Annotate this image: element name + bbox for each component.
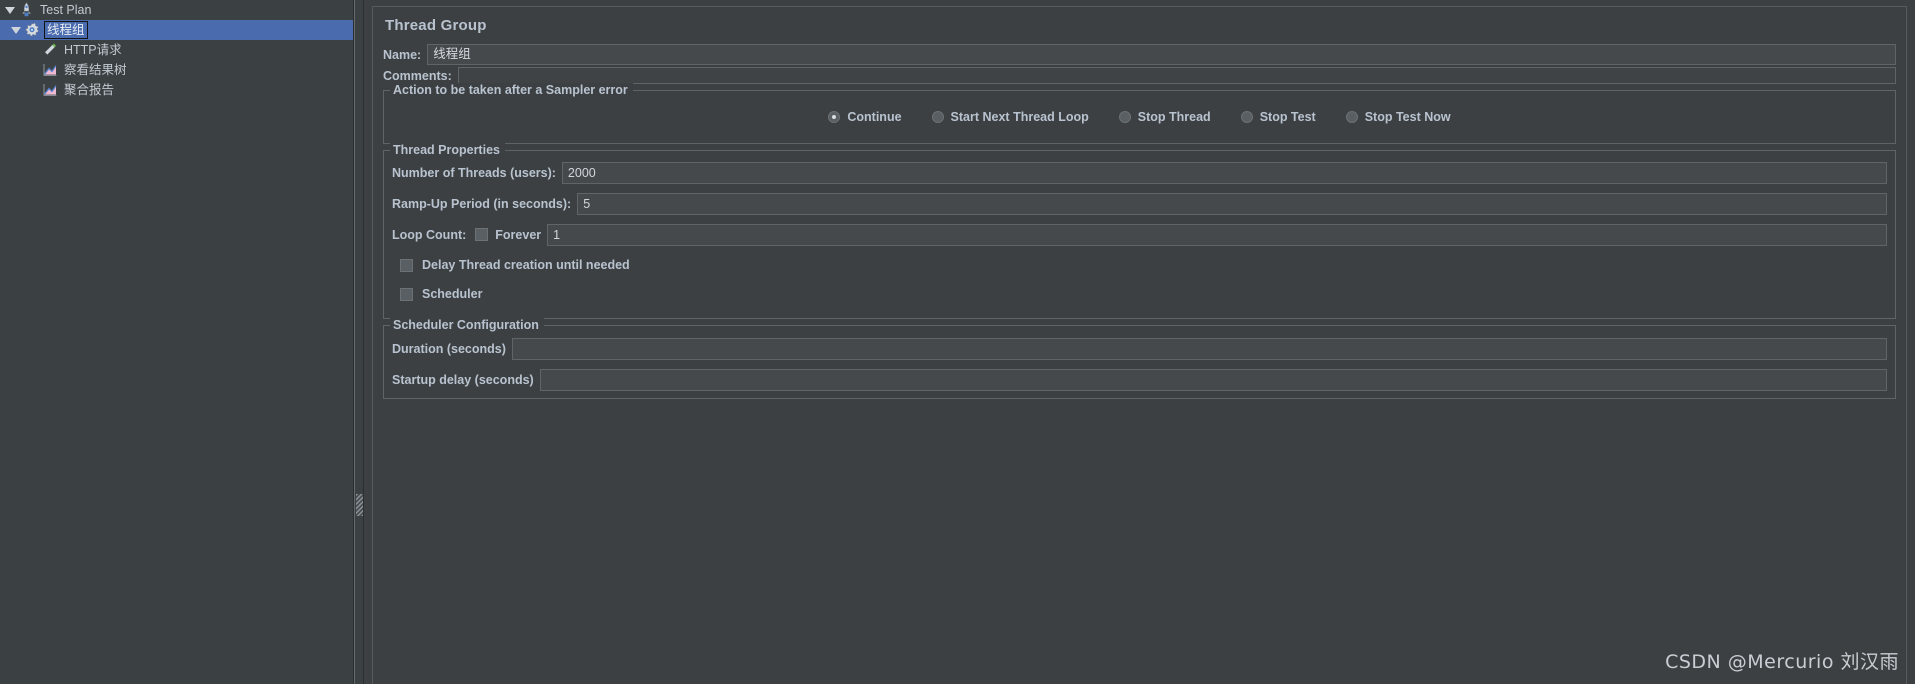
tree-node-thread-group[interactable]: 线程组	[0, 20, 353, 40]
sampler-error-radio-group: Continue Start Next Thread Loop Stop Thr…	[392, 91, 1887, 143]
forever-label: Forever	[495, 227, 542, 242]
forever-checkbox[interactable]: Forever	[472, 228, 547, 242]
checkbox-indicator-icon[interactable]	[475, 228, 489, 241]
comments-row: Comments:	[383, 67, 1896, 84]
thread-properties-group-title: Thread Properties	[390, 143, 505, 157]
thread-group-editor-panel: Thread Group Name: 线程组 Comments: Action …	[364, 0, 1915, 684]
radio-indicator-icon[interactable]	[828, 111, 841, 123]
tree-node-view-results-tree[interactable]: 察看结果树	[0, 60, 353, 80]
tree-node-label: 聚合报告	[64, 83, 115, 97]
radio-indicator-icon[interactable]	[1118, 111, 1131, 123]
startup-delay-row: Startup delay (seconds)	[392, 368, 1887, 391]
comments-label: Comments:	[383, 68, 452, 83]
expand-toggle-icon[interactable]	[8, 21, 23, 39]
tree-node-label: 察看结果树	[64, 63, 127, 77]
radio-label: Continue	[847, 110, 902, 124]
delay-thread-creation-label: Delay Thread creation until needed	[422, 258, 630, 272]
chart-report-icon	[41, 81, 59, 99]
panel-splitter[interactable]	[354, 0, 364, 684]
checkbox-indicator-icon[interactable]	[400, 258, 413, 272]
radio-indicator-icon[interactable]	[1345, 111, 1358, 123]
radio-stop-test-now[interactable]: Stop Test Now	[1345, 110, 1451, 124]
number-of-threads-label: Number of Threads (users):	[392, 165, 556, 180]
radio-stop-test[interactable]: Stop Test	[1240, 110, 1316, 124]
name-label: Name:	[383, 47, 422, 62]
pen-icon	[41, 41, 59, 59]
comments-input[interactable]	[457, 67, 1896, 84]
radio-start-next-thread-loop[interactable]: Start Next Thread Loop	[931, 110, 1089, 124]
expand-toggle-icon[interactable]	[2, 1, 17, 19]
gear-icon	[23, 21, 41, 39]
sampler-error-group-title: Action to be taken after a Sampler error	[390, 83, 633, 97]
checkbox-indicator-icon[interactable]	[400, 287, 413, 301]
delay-thread-creation-row[interactable]: Delay Thread creation until needed	[392, 254, 1887, 276]
startup-delay-input[interactable]	[539, 368, 1887, 391]
duration-row: Duration (seconds)	[392, 337, 1887, 360]
tree-node-label-editable[interactable]: 线程组	[44, 21, 88, 39]
number-of-threads-input[interactable]: 2000	[561, 161, 1887, 184]
jmeter-window: Test Plan 线程组 HTTP请求 察看结果树 聚合报告 Thread G…	[0, 0, 1915, 684]
scheduler-label: Scheduler	[422, 287, 483, 301]
tree-node-aggregate-report[interactable]: 聚合报告	[0, 80, 353, 100]
test-plan-tree-panel[interactable]: Test Plan 线程组 HTTP请求 察看结果树 聚合报告	[0, 0, 354, 684]
ramp-up-period-input[interactable]: 5	[577, 192, 1887, 215]
duration-input[interactable]	[511, 337, 1887, 360]
radio-continue[interactable]: Continue	[828, 110, 902, 124]
radio-stop-thread[interactable]: Stop Thread	[1118, 110, 1211, 124]
page-title: Thread Group	[385, 17, 487, 34]
loop-count-input[interactable]: 1	[547, 223, 1887, 246]
ramp-up-period-row: Ramp-Up Period (in seconds): 5	[392, 192, 1887, 215]
radio-label: Start Next Thread Loop	[950, 110, 1089, 124]
tree-node-label: HTTP请求	[64, 43, 122, 57]
ramp-up-period-label: Ramp-Up Period (in seconds):	[392, 196, 572, 211]
number-of-threads-row: Number of Threads (users): 2000	[392, 161, 1887, 184]
editor-frame: Thread Group Name: 线程组 Comments: Action …	[372, 6, 1907, 684]
radio-indicator-icon[interactable]	[931, 111, 944, 123]
sampler-error-group: Action to be taken after a Sampler error…	[383, 83, 1896, 144]
tree-node-test-plan[interactable]: Test Plan	[0, 0, 353, 20]
scheduler-configuration-group-title: Scheduler Configuration	[390, 318, 544, 332]
rocket-icon	[17, 1, 35, 19]
splitter-grip-handle[interactable]	[356, 494, 363, 516]
startup-delay-label: Startup delay (seconds)	[392, 372, 534, 387]
radio-label: Stop Test	[1259, 110, 1316, 124]
thread-properties-group: Thread Properties Number of Threads (use…	[383, 143, 1896, 319]
tree-node-http-request[interactable]: HTTP请求	[0, 40, 353, 60]
radio-label: Stop Test Now	[1364, 110, 1451, 124]
loop-count-row: Loop Count: Forever 1	[392, 223, 1887, 246]
tree-node-label: Test Plan	[40, 3, 92, 17]
loop-count-label: Loop Count:	[392, 227, 467, 242]
radio-indicator-icon[interactable]	[1240, 111, 1253, 123]
radio-label: Stop Thread	[1137, 110, 1211, 124]
scheduler-row[interactable]: Scheduler	[392, 283, 1887, 305]
name-input[interactable]: 线程组	[427, 44, 1896, 65]
scheduler-configuration-group: Scheduler Configuration Duration (second…	[383, 318, 1896, 399]
chart-view-icon	[41, 61, 59, 79]
duration-label: Duration (seconds)	[392, 341, 506, 356]
name-row: Name: 线程组	[383, 44, 1896, 65]
